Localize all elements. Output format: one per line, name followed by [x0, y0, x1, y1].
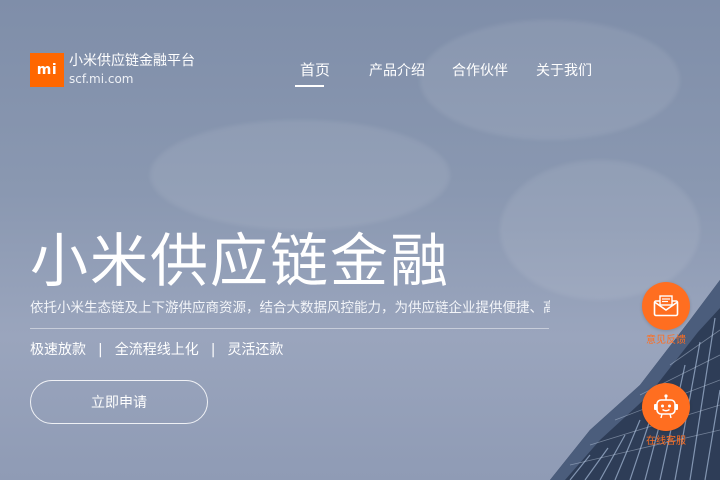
mi-logo[interactable]: mi: [30, 53, 64, 87]
apply-now-label: 立即申请: [91, 395, 147, 411]
building-background-image: [550, 280, 720, 480]
feature-links: 极速放款 | 全流程线上化 | 灵活还款: [30, 340, 283, 360]
link-separator: |: [98, 342, 103, 358]
hero-divider: [30, 328, 549, 329]
nav-item-about[interactable]: 关于我们: [536, 61, 592, 81]
robot-icon[interactable]: [642, 383, 690, 431]
chat-label: 在线客服: [646, 436, 686, 447]
nav-item-products[interactable]: 产品介绍: [369, 61, 425, 81]
feature-link-online-process[interactable]: 全流程线上化: [115, 340, 199, 360]
hero-description: 依托小米生态链及上下游供应商资源，结合大数据风控能力，为供应链企业提供便捷、高效…: [30, 300, 550, 316]
mail-icon[interactable]: [642, 282, 690, 330]
chat-widget[interactable]: 在线客服: [642, 383, 690, 448]
cloud-decoration: [500, 160, 700, 300]
feedback-label: 意见反馈: [646, 335, 686, 346]
feature-link-fast-loan[interactable]: 极速放款: [30, 340, 86, 360]
nav-active-indicator: [295, 85, 324, 87]
cloud-decoration: [150, 120, 450, 230]
logo-text: mi: [36, 62, 58, 78]
nav-item-partners[interactable]: 合作伙伴: [452, 61, 508, 81]
apply-now-button[interactable]: 立即申请: [30, 380, 208, 424]
brand-name: 小米供应链金融平台: [69, 53, 195, 69]
brand-domain: scf.mi.com: [69, 72, 134, 86]
feature-link-flexible-repay[interactable]: 灵活还款: [227, 340, 283, 360]
feedback-widget[interactable]: 意见反馈: [642, 282, 690, 347]
link-separator: |: [210, 342, 216, 358]
hero-title: 小米供应链金融: [30, 227, 451, 295]
nav-item-home[interactable]: 首页: [300, 60, 330, 80]
